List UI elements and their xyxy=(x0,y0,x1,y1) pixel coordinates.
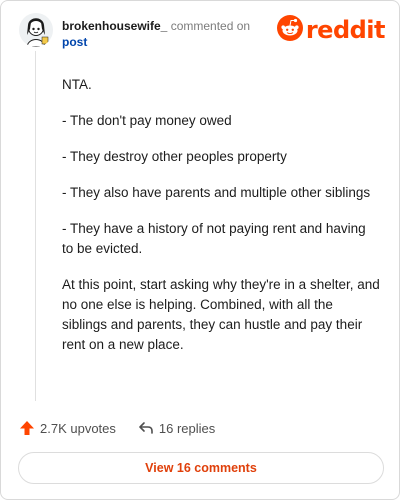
reddit-snoo-icon xyxy=(276,14,303,46)
upvotes-count: 2.7K upvotes xyxy=(40,420,116,436)
comment-paragraph: - The don't pay money owed xyxy=(62,113,232,128)
username-link[interactable]: brokenhousewife_ xyxy=(62,19,167,33)
snoo-avatar-icon[interactable] xyxy=(19,13,53,47)
comment-header: brokenhousewife_ commented on post reddi… xyxy=(19,13,386,53)
comment-paragraph: - They have a history of not paying rent… xyxy=(62,221,366,256)
reddit-wordmark: reddit xyxy=(305,16,386,44)
upvote-button[interactable]: 2.7K upvotes xyxy=(19,420,116,436)
post-link[interactable]: post xyxy=(62,34,250,50)
comment-paragraph: - They destroy other peoples property xyxy=(62,149,287,164)
reddit-logo[interactable]: reddit xyxy=(276,14,386,46)
comment-card: brokenhousewife_ commented on post reddi… xyxy=(0,0,400,500)
reply-arrow-icon xyxy=(138,421,154,435)
comment-paragraph: - They also have parents and multiple ot… xyxy=(62,185,371,200)
thread-line xyxy=(35,51,36,401)
replies-button[interactable]: 16 replies xyxy=(138,421,215,436)
comment-body: NTA. - The don't pay money owed - They d… xyxy=(62,75,380,371)
comment-paragraph: NTA. xyxy=(62,77,92,92)
comment-meta: brokenhousewife_ commented on post xyxy=(62,18,250,50)
view-comments-button[interactable]: View 16 comments xyxy=(18,452,384,484)
commented-on-text: commented on xyxy=(170,19,251,33)
comment-paragraph: At this point, start asking why they're … xyxy=(62,277,380,352)
upvote-arrow-icon xyxy=(19,420,35,436)
replies-count: 16 replies xyxy=(158,420,216,436)
comment-actions: 2.7K upvotes 16 replies xyxy=(19,418,215,438)
